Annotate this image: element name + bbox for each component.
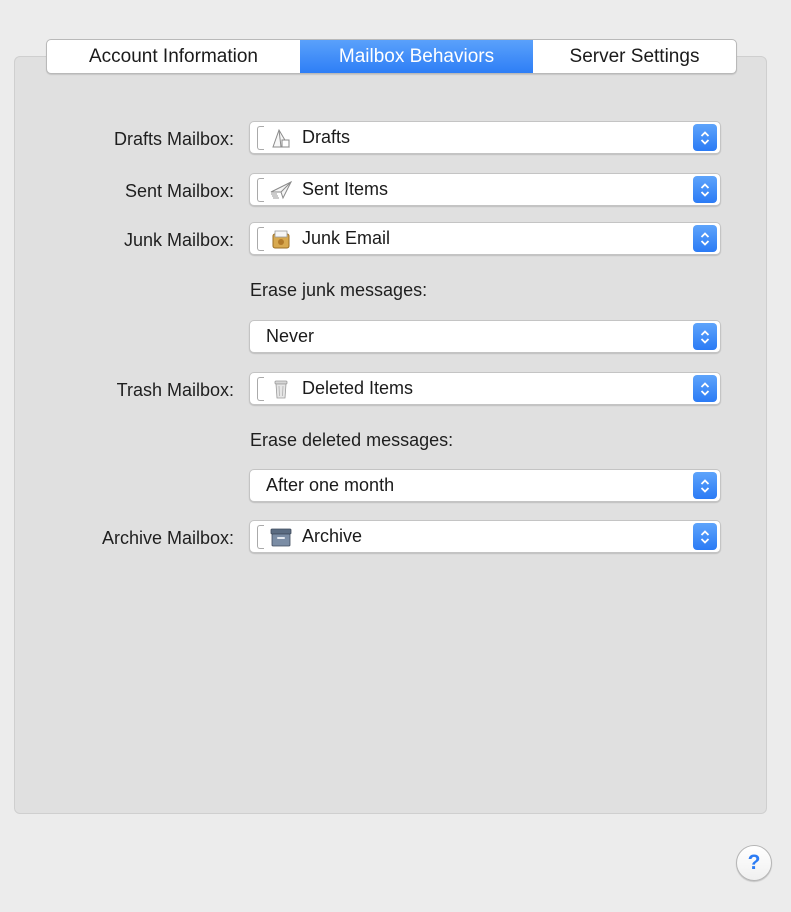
chevron-updown-icon	[693, 323, 717, 350]
drafts-icon	[268, 126, 294, 150]
tab-bar: Account Information Mailbox Behaviors Se…	[46, 39, 737, 74]
erase-junk-value: Never	[266, 326, 315, 346]
sent-mailbox-label: Sent Mailbox:	[124, 181, 234, 201]
trash-mailbox-value: Deleted Items	[302, 378, 414, 398]
junk-icon	[268, 227, 294, 251]
trash-mailbox-label: Trash Mailbox:	[116, 380, 234, 400]
sent-mailbox-value: Sent Items	[302, 179, 389, 199]
erase-deleted-value: After one month	[266, 475, 395, 495]
archive-mailbox-label: Archive Mailbox:	[101, 528, 234, 548]
archive-mailbox-value: Archive	[302, 526, 363, 546]
archive-icon	[268, 525, 294, 549]
junk-mailbox-value: Junk Email	[302, 228, 391, 248]
help-button[interactable]: ?	[736, 845, 772, 881]
drafts-mailbox-select[interactable]: Drafts	[249, 121, 721, 154]
chevron-updown-icon	[693, 523, 717, 550]
trash-icon	[268, 377, 294, 401]
chevron-updown-icon	[693, 225, 717, 252]
archive-mailbox-select[interactable]: Archive	[249, 520, 721, 553]
chevron-updown-icon	[693, 375, 717, 402]
drafts-mailbox-label: Drafts Mailbox:	[113, 129, 234, 149]
tab-account-information[interactable]: Account Information	[47, 40, 300, 73]
tab-server-settings[interactable]: Server Settings	[533, 40, 736, 73]
sent-mailbox-select[interactable]: Sent Items	[249, 173, 721, 206]
drafts-mailbox-value: Drafts	[302, 127, 351, 147]
erase-junk-select[interactable]: Never	[249, 320, 721, 353]
chevron-updown-icon	[693, 124, 717, 151]
sent-icon	[268, 178, 294, 202]
tab-mailbox-behaviors[interactable]: Mailbox Behaviors	[300, 40, 533, 73]
junk-mailbox-label: Junk Mailbox:	[123, 230, 234, 250]
erase-deleted-select[interactable]: After one month	[249, 469, 721, 502]
chevron-updown-icon	[693, 472, 717, 499]
erase-junk-label: Erase junk messages:	[250, 280, 428, 300]
junk-mailbox-select[interactable]: Junk Email	[249, 222, 721, 255]
trash-mailbox-select[interactable]: Deleted Items	[249, 372, 721, 405]
chevron-updown-icon	[693, 176, 717, 203]
erase-deleted-label: Erase deleted messages:	[250, 430, 454, 450]
